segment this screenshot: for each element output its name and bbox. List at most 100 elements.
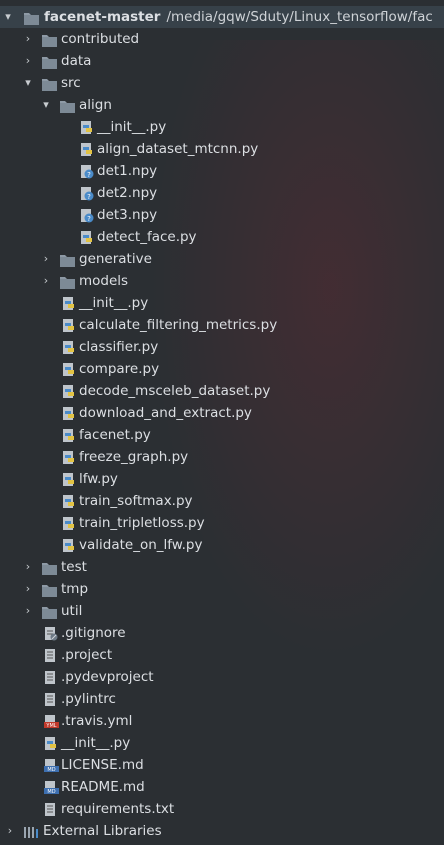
- tree-item-validate-on-lfw-py[interactable]: validate_on_lfw.py: [0, 534, 444, 556]
- tree-item-label: README.md: [61, 779, 145, 795]
- tree-item-label: classifier.py: [79, 339, 159, 355]
- python-file-icon: [80, 142, 95, 156]
- tree-item-data[interactable]: › data: [0, 50, 444, 72]
- tree-item-label: util: [61, 603, 83, 619]
- tree-root-facenet-master[interactable]: ▾ facenet-master/media/gqw/Sduty/Linux_t…: [0, 6, 444, 28]
- tree-item-label: compare.py: [79, 361, 160, 377]
- unknown-file-icon: ?: [80, 186, 95, 201]
- tree-item-license-md[interactable]: MD LICENSE.md: [0, 754, 444, 776]
- markdown-file-icon: MD: [44, 758, 59, 773]
- tree-item-requirements-txt[interactable]: requirements.txt: [0, 798, 444, 820]
- yaml-file-icon: YML: [44, 714, 59, 729]
- chevron-right-icon[interactable]: ›: [22, 28, 34, 50]
- tree-item-label: calculate_filtering_metrics.py: [79, 317, 278, 333]
- tree-item-label: .project: [61, 647, 113, 663]
- md-badge-text: MD: [47, 789, 55, 795]
- tree-item-tmp[interactable]: › tmp: [0, 578, 444, 600]
- tree-item-download-and-extract-py[interactable]: download_and_extract.py: [0, 402, 444, 424]
- tree-item-external-libraries[interactable]: › External Libraries: [0, 820, 444, 842]
- unknown-file-icon: ?: [80, 164, 95, 179]
- project-path: /media/gqw/Sduty/Linux_tensorflow/fac: [166, 9, 433, 25]
- chevron-right-icon[interactable]: ›: [22, 50, 34, 72]
- chevron-down-icon[interactable]: ▾: [2, 6, 14, 28]
- unknown-file-icon: ?: [80, 208, 95, 223]
- tree-item-project[interactable]: .project: [0, 644, 444, 666]
- tree-item-classifier-py[interactable]: classifier.py: [0, 336, 444, 358]
- tree-item-readme-md[interactable]: MD README.md: [0, 776, 444, 798]
- tree-item-lfw-py[interactable]: lfw.py: [0, 468, 444, 490]
- tree-item-label: train_softmax.py: [79, 493, 193, 509]
- tree-item-root-init-py[interactable]: __init__.py: [0, 732, 444, 754]
- chevron-right-icon[interactable]: ›: [22, 556, 34, 578]
- tree-item-label: det1.npy: [97, 163, 158, 179]
- folder-icon: [42, 560, 57, 575]
- tree-item-label: External Libraries: [43, 823, 162, 839]
- tree-item-label: src: [61, 75, 81, 91]
- tree-item-label: test: [61, 559, 87, 575]
- tree-item-compare-py[interactable]: compare.py: [0, 358, 444, 380]
- tree-item-align-init-py[interactable]: __init__.py: [0, 116, 444, 138]
- tree-item-label: det3.npy: [97, 207, 158, 223]
- tree-item-travis-yml[interactable]: YML .travis.yml: [0, 710, 444, 732]
- tree-item-src-init-py[interactable]: __init__.py: [0, 292, 444, 314]
- chevron-right-icon[interactable]: ›: [22, 600, 34, 622]
- chevron-right-icon[interactable]: ›: [40, 270, 52, 292]
- tree-item-detect-face-py[interactable]: detect_face.py: [0, 226, 444, 248]
- project-tree[interactable]: ▾ facenet-master/media/gqw/Sduty/Linux_t…: [0, 6, 444, 842]
- tree-item-decode-msceleb-dataset-py[interactable]: decode_msceleb_dataset.py: [0, 380, 444, 402]
- libraries-icon: [24, 824, 39, 838]
- text-file-icon: [44, 648, 59, 662]
- folder-icon: [60, 274, 75, 289]
- tree-item-label: facenet.py: [79, 427, 151, 443]
- tree-item-calculate-filtering-metrics-py[interactable]: calculate_filtering_metrics.py: [0, 314, 444, 336]
- tree-item-train-softmax-py[interactable]: train_softmax.py: [0, 490, 444, 512]
- python-file-icon: [62, 340, 77, 354]
- tree-item-det2-npy[interactable]: ? det2.npy: [0, 182, 444, 204]
- chevron-right-icon[interactable]: ›: [4, 820, 16, 842]
- tree-item-label: lfw.py: [79, 471, 118, 487]
- tree-item-label: __init__.py: [79, 295, 149, 311]
- chevron-right-icon[interactable]: ›: [22, 578, 34, 600]
- yaml-badge-text: YML: [45, 723, 56, 729]
- gitignore-file-icon: [44, 626, 59, 641]
- folder-icon: [42, 32, 57, 47]
- python-file-icon: [44, 736, 59, 750]
- tree-item-label: .pydevproject: [61, 669, 154, 685]
- chevron-right-icon[interactable]: ›: [40, 248, 52, 270]
- python-file-icon: [62, 296, 77, 310]
- tree-item-gitignore[interactable]: .gitignore: [0, 622, 444, 644]
- python-file-icon: [62, 318, 77, 332]
- tree-item-test[interactable]: › test: [0, 556, 444, 578]
- python-file-icon: [62, 516, 77, 530]
- tree-item-contributed[interactable]: › contributed: [0, 28, 444, 50]
- tree-item-label: detect_face.py: [97, 229, 197, 245]
- python-file-icon: [62, 428, 77, 442]
- tree-item-label: det2.npy: [97, 185, 158, 201]
- tree-item-label: contributed: [61, 31, 140, 47]
- tree-item-label: .travis.yml: [61, 713, 133, 729]
- python-file-icon: [62, 384, 77, 398]
- tree-item-facenet-py[interactable]: facenet.py: [0, 424, 444, 446]
- tree-item-models[interactable]: › models: [0, 270, 444, 292]
- tree-item-generative[interactable]: › generative: [0, 248, 444, 270]
- tree-item-pydevproject[interactable]: .pydevproject: [0, 666, 444, 688]
- tree-item-src[interactable]: ▾ src: [0, 72, 444, 94]
- tree-item-det3-npy[interactable]: ? det3.npy: [0, 204, 444, 226]
- tree-item-det1-npy[interactable]: ? det1.npy: [0, 160, 444, 182]
- md-badge-text: MD: [47, 767, 55, 773]
- chevron-down-icon[interactable]: ▾: [40, 94, 52, 116]
- svg-text:?: ?: [87, 193, 91, 201]
- tree-item-util[interactable]: › util: [0, 600, 444, 622]
- tree-item-freeze-graph-py[interactable]: freeze_graph.py: [0, 446, 444, 468]
- tree-item-train-tripletloss-py[interactable]: train_tripletloss.py: [0, 512, 444, 534]
- tree-item-label: models: [79, 273, 129, 289]
- tree-item-pylintrc[interactable]: .pylintrc: [0, 688, 444, 710]
- python-file-icon: [62, 494, 77, 508]
- tree-item-align-dataset-mtcnn-py[interactable]: align_dataset_mtcnn.py: [0, 138, 444, 160]
- tree-item-align[interactable]: ▾ align: [0, 94, 444, 116]
- tree-item-label: align_dataset_mtcnn.py: [97, 141, 259, 157]
- python-file-icon: [62, 362, 77, 376]
- chevron-down-icon[interactable]: ▾: [22, 72, 34, 94]
- markdown-file-icon: MD: [44, 780, 59, 795]
- folder-icon: [42, 76, 57, 91]
